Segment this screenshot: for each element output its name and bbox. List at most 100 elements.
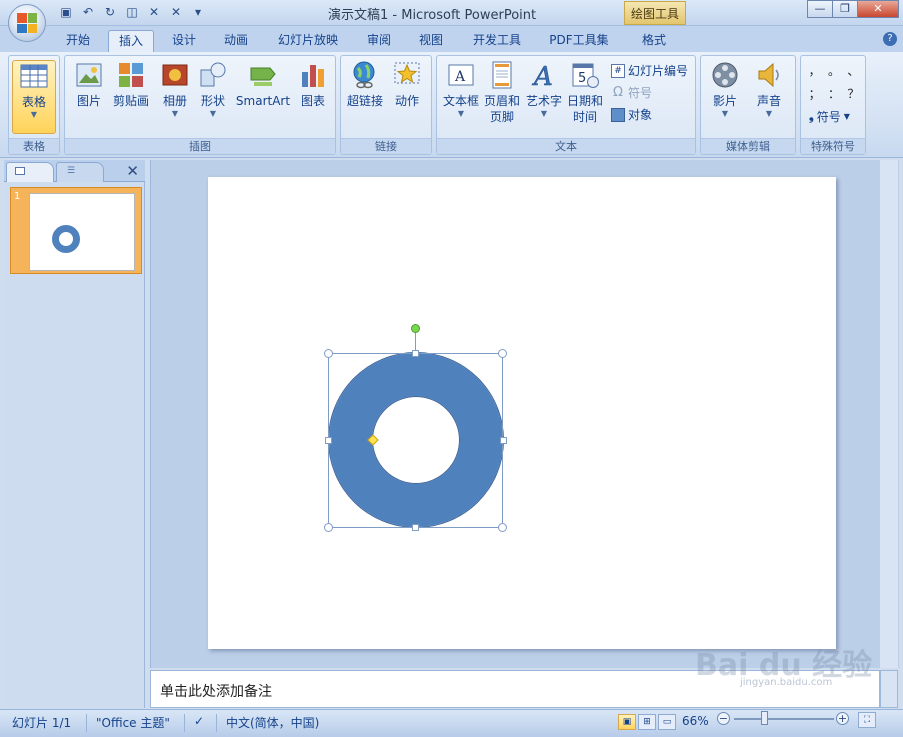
- slide-sorter-view-button[interactable]: ⊞: [638, 714, 656, 730]
- action-button[interactable]: 动作: [389, 60, 425, 109]
- resize-handle-right[interactable]: [500, 437, 507, 444]
- chart-button[interactable]: 图表: [295, 60, 331, 109]
- vertical-scrollbar[interactable]: [880, 160, 898, 668]
- tab-slides[interactable]: [6, 162, 54, 182]
- resize-handle-top-right[interactable]: [498, 349, 507, 358]
- slide-thumbnail[interactable]: [29, 193, 135, 271]
- tab-animation[interactable]: 动画: [214, 30, 258, 52]
- customize-icon[interactable]: ▾: [190, 4, 206, 20]
- header-footer-button[interactable]: 页眉和 页脚: [481, 60, 523, 125]
- chevron-down-icon: ▼: [457, 109, 465, 118]
- maximize-button[interactable]: ❐: [832, 0, 858, 18]
- photo-album-icon: [162, 64, 188, 86]
- redo-icon[interactable]: ↻: [102, 4, 118, 20]
- chevron-down-icon: ▼: [171, 109, 179, 118]
- preview-icon[interactable]: ◫: [124, 4, 140, 20]
- tab-design[interactable]: 设计: [162, 30, 206, 52]
- language-status: 中文(简体，中国): [226, 716, 320, 730]
- close-window-button[interactable]: ✕: [857, 0, 899, 18]
- group-illustrations: 图片 剪贴画 相册 ▼ 形状 ▼ SmartArt 图表 插图: [64, 55, 336, 155]
- office-button[interactable]: [8, 4, 46, 42]
- close-icon[interactable]: ✕: [126, 162, 139, 180]
- zoom-slider-track[interactable]: [734, 718, 834, 720]
- punct-mark[interactable]: 。: [824, 62, 843, 79]
- chevron-down-icon: ▼: [209, 109, 217, 118]
- shapes-button[interactable]: 形状 ▼: [195, 60, 231, 119]
- x-icon[interactable]: ✕: [168, 4, 184, 20]
- resize-handle-bottom-left[interactable]: [324, 523, 333, 532]
- tab-developer[interactable]: 开发工具: [462, 30, 532, 52]
- slide-thumbnail-number: 1: [14, 191, 21, 202]
- tab-review[interactable]: 审阅: [356, 30, 402, 52]
- tab-home[interactable]: 开始: [56, 30, 100, 52]
- table-button[interactable]: 表格 ▼: [12, 60, 56, 134]
- tab-pdf-tools[interactable]: PDF工具集: [540, 30, 618, 52]
- speaker-icon: [758, 62, 779, 88]
- minimize-button[interactable]: —: [807, 0, 833, 18]
- punct-mark[interactable]: ，: [805, 62, 824, 79]
- punct-mark[interactable]: ：: [824, 85, 843, 102]
- header-footer-icon: [492, 61, 512, 89]
- fit-to-window-button[interactable]: ⛶: [858, 712, 876, 728]
- slide-thumbnail-selected[interactable]: 1: [10, 187, 142, 274]
- zoom-out-button[interactable]: −: [717, 712, 730, 725]
- action-star-icon: [394, 62, 420, 84]
- tab-slideshow[interactable]: 幻灯片放映: [268, 30, 348, 52]
- clipart-button[interactable]: 剪贴画: [109, 60, 153, 109]
- rotation-handle[interactable]: [411, 324, 420, 333]
- group-table: 表格 ▼ 表格: [8, 55, 60, 155]
- resize-handle-left[interactable]: [325, 437, 332, 444]
- slide-number-button[interactable]: # 幻灯片编号: [611, 62, 688, 79]
- slide-canvas[interactable]: [208, 177, 836, 649]
- slideshow-view-button[interactable]: ▭: [658, 714, 676, 730]
- drawing-tools-context-label: 绘图工具: [624, 1, 686, 25]
- tab-outline[interactable]: ☰: [56, 162, 104, 182]
- wordart-button[interactable]: A 艺术字 ▼: [525, 60, 563, 119]
- resize-handle-bottom-right[interactable]: [498, 523, 507, 532]
- chevron-down-icon: ▼: [540, 109, 548, 118]
- datetime-button[interactable]: 5 日期和 时间: [565, 60, 605, 125]
- shapes-icon: [200, 62, 226, 87]
- album-button[interactable]: 相册 ▼: [157, 60, 193, 119]
- punct-mark[interactable]: 、: [844, 62, 863, 79]
- ribbon-tabs: 开始 插入 设计 动画 幻灯片放映 审阅 视图 开发工具 PDF工具集 格式 ?: [0, 26, 903, 52]
- clipart-icon: [119, 63, 143, 87]
- chart-icon: [302, 65, 324, 87]
- status-separator: [216, 714, 217, 732]
- x-icon[interactable]: ✕: [146, 4, 162, 20]
- normal-view-button[interactable]: ▣: [618, 714, 636, 730]
- resize-handle-bottom[interactable]: [412, 524, 419, 531]
- smartart-button[interactable]: SmartArt: [235, 60, 291, 109]
- notes-scrollbar[interactable]: [880, 670, 898, 708]
- hyperlink-button[interactable]: 超链接: [345, 60, 385, 109]
- undo-icon[interactable]: ↶: [80, 4, 96, 20]
- textbox-icon: A: [448, 64, 474, 86]
- symbol-button[interactable]: Ω 符号: [611, 84, 652, 101]
- spellcheck-icon[interactable]: ✓: [194, 714, 204, 728]
- group-label-table: 表格: [9, 138, 59, 154]
- zoom-in-button[interactable]: +: [836, 712, 849, 725]
- chevron-down-icon: ▼: [843, 112, 850, 121]
- movie-button[interactable]: 影片 ▼: [707, 60, 743, 119]
- punct-mark[interactable]: ？: [844, 85, 863, 102]
- zoom-slider-thumb[interactable]: [761, 711, 768, 725]
- slides-tab-icon: [15, 167, 25, 175]
- wordart-icon: A: [532, 62, 553, 90]
- textbox-button[interactable]: A 文本框 ▼: [441, 60, 481, 119]
- object-button[interactable]: 对象: [611, 106, 652, 123]
- sound-button[interactable]: 声音 ▼: [751, 60, 787, 119]
- resize-handle-top-left[interactable]: [324, 349, 333, 358]
- resize-handle-top[interactable]: [412, 350, 419, 357]
- symbols-menu-button[interactable]: ❟ 符号 ▼: [809, 108, 850, 125]
- quick-access-toolbar: ▣ ↶ ↻ ◫ ✕ ✕ ▾: [58, 4, 206, 20]
- punct-mark[interactable]: ；: [805, 85, 824, 102]
- help-icon[interactable]: ?: [883, 32, 897, 46]
- table-icon: [20, 64, 48, 88]
- tab-view[interactable]: 视图: [408, 30, 454, 52]
- zoom-level[interactable]: 66%: [682, 714, 709, 728]
- picture-button[interactable]: 图片: [71, 60, 107, 109]
- film-reel-icon: [712, 62, 738, 88]
- tab-format[interactable]: 格式: [632, 30, 676, 52]
- tab-insert[interactable]: 插入: [108, 30, 154, 52]
- save-icon[interactable]: ▣: [58, 4, 74, 20]
